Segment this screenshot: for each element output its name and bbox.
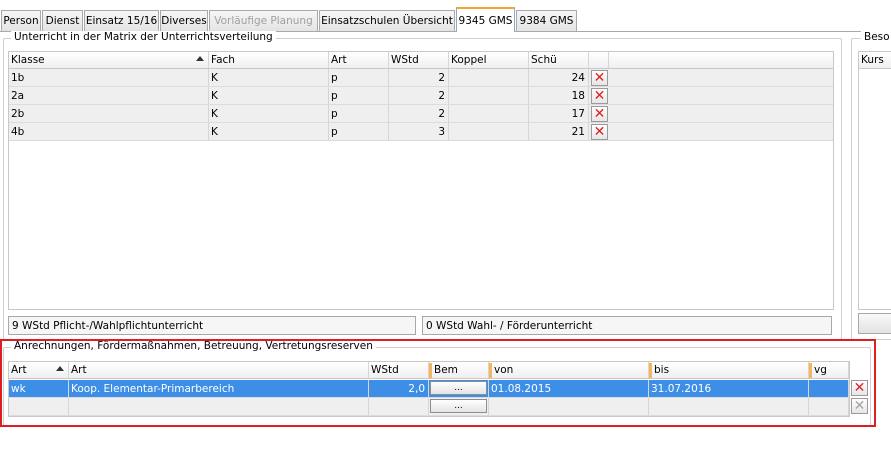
kurs-table: Kurs <box>858 51 891 310</box>
col-header-wstd[interactable]: WStd <box>389 52 449 68</box>
tab-einsatzschulen-uebersicht[interactable]: Einsatzschulen Übersicht <box>319 10 455 31</box>
col-header-klasse[interactable]: Klasse <box>9 52 209 68</box>
cell-fach: K <box>209 87 329 104</box>
cell-klasse: 2a <box>9 87 209 104</box>
cell-koppel <box>449 123 529 140</box>
side-panel-button[interactable] <box>858 313 891 334</box>
summary-wahl: 0 WStd Wahl- / Förderunterricht <box>422 316 832 335</box>
tab-9384-gms[interactable]: 9384 GMS <box>516 10 577 31</box>
summary-pflicht: 9 WStd Pflicht-/Wahlpflichtunterricht <box>8 316 416 335</box>
cell-art: p <box>329 123 389 140</box>
red-x-icon: ✕ <box>593 106 606 122</box>
cell-klasse: 2b <box>9 105 209 122</box>
matrix-group-title: Unterricht in der Matrix der Unterrichts… <box>11 31 276 43</box>
cell-klasse: 4b <box>9 123 209 140</box>
tab-person[interactable]: Person <box>1 10 41 31</box>
tab-diverses[interactable]: Diverses <box>160 10 208 31</box>
col-header-art[interactable]: Art <box>329 52 389 68</box>
table-row[interactable]: 2b K p 2 17 ✕ <box>9 105 833 123</box>
tab-9345-gms[interactable]: 9345 GMS <box>456 7 515 32</box>
col-header-kurs[interactable]: Kurs <box>859 52 891 68</box>
red-x-icon: ✕ <box>593 124 606 140</box>
tab-vorlaeufige-planung: Vorläufige Planung <box>209 10 318 31</box>
cell-wstd: 2 <box>389 69 449 86</box>
delete-row-button[interactable]: ✕ <box>591 124 608 140</box>
delete-row-button[interactable]: ✕ <box>591 106 608 122</box>
cell-schue: 21 <box>529 123 589 140</box>
delete-row-button[interactable]: ✕ <box>591 70 608 86</box>
kurs-table-header: Kurs <box>859 52 891 69</box>
matrix-table-header: Klasse Fach Art WStd Koppel Schü <box>9 52 833 69</box>
cell-koppel <box>449 69 529 86</box>
cell-wstd: 3 <box>389 123 449 140</box>
cell-schue: 24 <box>529 69 589 86</box>
cell-schue: 17 <box>529 105 589 122</box>
col-header-delete <box>589 52 609 68</box>
cell-klasse: 1b <box>9 69 209 86</box>
cell-fach: K <box>209 105 329 122</box>
cell-art: p <box>329 69 389 86</box>
matrix-table: Klasse Fach Art WStd Koppel Schü 1b K p … <box>8 51 834 310</box>
cell-art: p <box>329 87 389 104</box>
delete-row-button[interactable]: ✕ <box>591 88 608 104</box>
red-x-icon: ✕ <box>593 70 606 86</box>
tab-strip: Person Dienst Einsatz 15/16 Diverses Vor… <box>0 0 891 32</box>
col-header-klasse-label: Klasse <box>11 54 45 66</box>
col-header-fach[interactable]: Fach <box>209 52 329 68</box>
col-header-koppel[interactable]: Koppel <box>449 52 529 68</box>
cell-art: p <box>329 105 389 122</box>
table-row[interactable]: 2a K p 2 18 ✕ <box>9 87 833 105</box>
highlight-frame <box>0 339 876 427</box>
cell-fach: K <box>209 123 329 140</box>
red-x-icon: ✕ <box>593 88 606 104</box>
side-panel-title: Beso <box>861 31 891 43</box>
cell-koppel <box>449 105 529 122</box>
cell-schue: 18 <box>529 87 589 104</box>
cell-fach: K <box>209 69 329 86</box>
cell-koppel <box>449 87 529 104</box>
cell-wstd: 2 <box>389 87 449 104</box>
tab-dienst[interactable]: Dienst <box>42 10 83 31</box>
cell-wstd: 2 <box>389 105 449 122</box>
sort-ascending-icon <box>196 56 204 61</box>
table-row[interactable]: 4b K p 3 21 ✕ <box>9 123 833 141</box>
tab-einsatz[interactable]: Einsatz 15/16 <box>84 10 159 31</box>
col-header-schue[interactable]: Schü <box>529 52 589 68</box>
table-row[interactable]: 1b K p 2 24 ✕ <box>9 69 833 87</box>
